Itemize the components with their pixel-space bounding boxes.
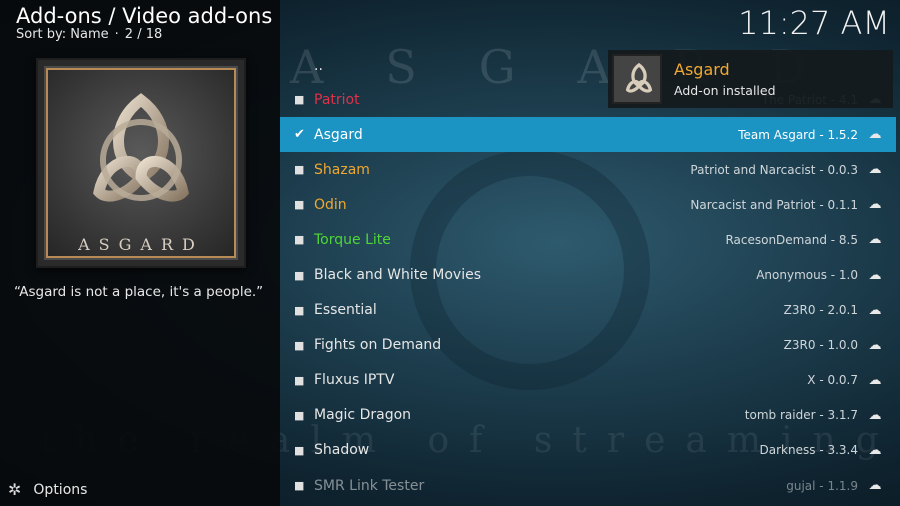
list-item[interactable]: ■ Fluxus IPTV X - 0.0.7 ☁: [280, 363, 896, 398]
sort-info: Sort by: Name · 2 / 18: [16, 27, 162, 42]
list-item-name: Fluxus IPTV: [314, 372, 395, 389]
triquetra-logo-icon: [93, 93, 189, 202]
list-item[interactable]: ■ Torque Lite RacesonDemand - 8.5 ☁: [280, 222, 896, 257]
page-title: Add-ons / Video add-ons: [16, 4, 273, 28]
cloud-download-icon: ☁: [868, 372, 882, 388]
sort-separator: ·: [114, 27, 119, 42]
list-item[interactable]: ■ Essential Z3R0 - 2.0.1 ☁: [280, 293, 896, 328]
list-item[interactable]: ■ Black and White Movies Anonymous - 1.0 ☁: [280, 257, 896, 292]
list-item-meta: Patriot and Narcacist - 0.0.3: [690, 162, 858, 177]
notification-message: Add-on installed: [674, 83, 776, 98]
list-item-meta: Z3R0 - 2.0.1: [783, 303, 858, 318]
sort-label[interactable]: Sort by: Name: [16, 27, 109, 42]
cloud-download-icon: ☁: [868, 127, 882, 143]
list-item-meta: Z3R0 - 1.0.0: [783, 338, 858, 353]
cloud-download-icon: ☁: [868, 302, 882, 318]
list-item-name: Shazam: [314, 161, 370, 178]
cloud-download-icon: ☁: [868, 337, 882, 353]
list-item[interactable]: ■ Magic Dragon tomb raider - 3.1.7 ☁: [280, 398, 896, 433]
list-item-name: Shadow: [314, 442, 370, 459]
notification-toast: Asgard Add-on installed: [608, 50, 893, 108]
addon-artwork: ASGARD: [36, 58, 246, 268]
clock: 11:27 AM: [738, 4, 890, 42]
list-item-name: Fights on Demand: [314, 337, 442, 354]
cloud-download-icon: ☁: [868, 267, 882, 283]
notification-text: Asgard Add-on installed: [674, 60, 776, 98]
notification-thumbnail: [612, 54, 662, 104]
notification-title: Asgard: [674, 60, 730, 79]
list-item-name: Black and White Movies: [314, 267, 482, 284]
bullet-icon: ■: [294, 198, 305, 212]
bullet-icon: ■: [294, 303, 305, 317]
gear-icon: ✲: [8, 480, 22, 499]
list-item[interactable]: ■ Odin Narcacist and Patriot - 0.1.1 ☁: [280, 187, 896, 222]
info-panel: Add-ons / Video add-ons Sort by: Name · 2 …: [0, 0, 280, 506]
cloud-download-icon: ☁: [868, 162, 882, 178]
addon-list: .. ■PatriotThe Patriot - 4.1☁✔AsgardTeam…: [280, 50, 896, 503]
list-item-meta: Darkness - 3.3.4: [759, 443, 858, 458]
list-item-name: Essential: [314, 302, 377, 319]
list-item[interactable]: ■ SMR Link Tester gujal - 1.1.9 ☁: [280, 468, 896, 503]
list-item-name: Torque Lite: [314, 231, 391, 248]
list-item-meta: tomb raider - 3.1.7: [744, 408, 858, 423]
cloud-download-icon: ☁: [868, 407, 882, 423]
bullet-icon: ■: [294, 93, 305, 107]
list-item[interactable]: ■ Shadow Darkness - 3.3.4 ☁: [280, 433, 896, 468]
bullet-icon: ■: [294, 163, 305, 177]
list-item-name: Asgard: [314, 126, 363, 143]
list-item-name: Odin: [314, 196, 347, 213]
list-item-name: SMR Link Tester: [314, 477, 425, 494]
artwork-logo-text: ASGARD: [78, 235, 204, 254]
bullet-icon: ■: [294, 479, 305, 493]
bullet-icon: ■: [294, 338, 305, 352]
list-item-name: Magic Dragon: [314, 407, 412, 424]
triquetra-thumb-icon: [625, 62, 653, 93]
list-item[interactable]: ■ Shazam Patriot and Narcacist - 0.0.3 ☁: [280, 152, 896, 187]
options-label: Options: [33, 481, 88, 498]
checkmark-icon: ✔: [294, 127, 305, 143]
bullet-icon: ■: [294, 268, 305, 282]
cloud-download-icon: ☁: [868, 232, 882, 248]
cloud-download-icon: ☁: [868, 478, 882, 494]
bullet-icon: ■: [294, 373, 305, 387]
bullet-icon: ■: [294, 233, 305, 247]
cloud-download-icon: ☁: [868, 442, 882, 458]
options-button[interactable]: ✲ Options: [8, 480, 87, 499]
list-item-meta: Anonymous - 1.0: [756, 268, 858, 283]
bullet-icon: ■: [294, 408, 305, 422]
list-item[interactable]: ■ Fights on Demand Z3R0 - 1.0.0 ☁: [280, 328, 896, 363]
list-item-meta: X - 0.0.7: [807, 373, 858, 388]
addon-description: “Asgard is not a place, it's a people.”: [14, 284, 264, 300]
list-item-meta: Team Asgard - 1.5.2: [738, 127, 858, 142]
list-item-meta: Narcacist and Patriot - 0.1.1: [690, 197, 858, 212]
bullet-icon: ■: [294, 443, 305, 457]
list-item-meta: gujal - 1.1.9: [786, 478, 858, 493]
list-position: 2 / 18: [124, 27, 163, 42]
list-item[interactable]: ✔ Asgard Team Asgard - 1.5.2 ☁: [280, 117, 896, 153]
cloud-download-icon: ☁: [868, 197, 882, 213]
list-item-meta: RacesonDemand - 8.5: [725, 232, 858, 247]
